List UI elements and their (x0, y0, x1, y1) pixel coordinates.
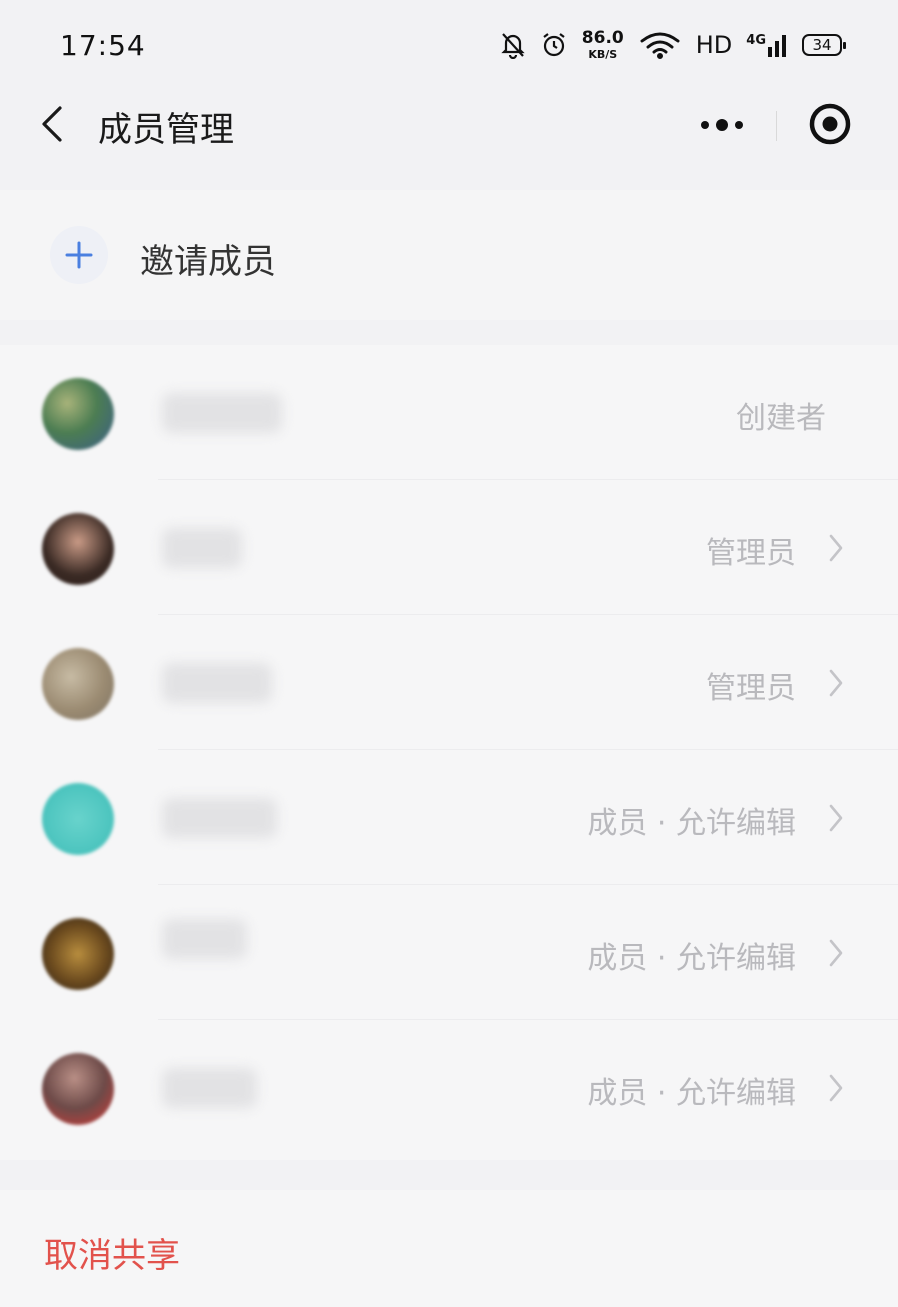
member-role: 成员 · 允许编辑 (587, 806, 796, 841)
status-icons: 86.0 KB/S HD 4G 34 (500, 28, 846, 61)
alarm-icon (540, 31, 568, 59)
wifi-icon (638, 31, 682, 59)
signal-icon: 4G (746, 33, 788, 57)
avatar (42, 513, 114, 585)
mini-program-capsule (668, 96, 882, 156)
chevron-right-icon (824, 665, 848, 701)
member-role: 成员 · 允许编辑 (587, 1076, 796, 1111)
member-row[interactable]: 成员 · 允许编辑 (0, 885, 898, 1020)
cancel-share-label: 取消共享 (44, 1236, 180, 1276)
invite-member-row[interactable]: 邀请成员 (0, 190, 898, 320)
member-name-redacted (162, 798, 277, 838)
member-list: 创建者 管理员 管理员 成员 · 允许编辑 成员 · 允许编辑 成员 · 允许编… (0, 345, 898, 1160)
nav-bar: 成员管理 (0, 90, 898, 162)
cancel-share-button[interactable]: 取消共享 (0, 1190, 898, 1307)
target-close-icon (808, 102, 852, 150)
chevron-right-icon (824, 935, 848, 971)
invite-member-label: 邀请成员 (140, 242, 276, 282)
member-name-redacted (162, 1068, 257, 1108)
member-role: 管理员 (706, 671, 796, 706)
back-button[interactable] (30, 104, 74, 148)
close-button[interactable] (777, 96, 882, 156)
battery-level: 34 (812, 36, 832, 54)
member-row[interactable]: 管理员 (0, 615, 898, 750)
avatar (42, 918, 114, 990)
avatar (42, 783, 114, 855)
avatar (42, 1053, 114, 1125)
chevron-right-icon (824, 800, 848, 836)
net-speed-value: 86.0 (581, 28, 624, 48)
status-time: 17:54 (60, 28, 146, 62)
net-speed-unit: KB/S (588, 48, 618, 61)
member-row[interactable]: 成员 · 允许编辑 (0, 750, 898, 885)
signal-label: 4G (746, 33, 766, 48)
hd-label: HD (695, 31, 733, 59)
page-title: 成员管理 (98, 110, 234, 150)
chevron-left-icon (40, 105, 64, 147)
more-button[interactable] (668, 96, 776, 156)
member-row[interactable]: 成员 · 允许编辑 (0, 1020, 898, 1155)
bell-off-icon (500, 31, 526, 59)
more-dots-icon (699, 117, 745, 136)
member-row[interactable]: 管理员 (0, 480, 898, 615)
member-row: 创建者 (0, 345, 898, 480)
member-name-redacted (162, 919, 247, 959)
plus-icon (50, 226, 108, 284)
member-role: 管理员 (706, 536, 796, 571)
battery-icon: 34 (802, 34, 846, 56)
member-role: 创建者 (736, 401, 826, 436)
member-name-redacted (162, 663, 272, 703)
member-name-redacted (162, 393, 282, 433)
avatar (42, 378, 114, 450)
member-name-redacted (162, 528, 242, 568)
chevron-right-icon (824, 1070, 848, 1106)
chevron-right-icon (824, 530, 848, 566)
net-speed: 86.0 KB/S (581, 28, 624, 61)
member-role: 成员 · 允许编辑 (587, 941, 796, 976)
status-bar: 17:54 86.0 KB/S HD 4G 34 (0, 0, 898, 90)
avatar (42, 648, 114, 720)
